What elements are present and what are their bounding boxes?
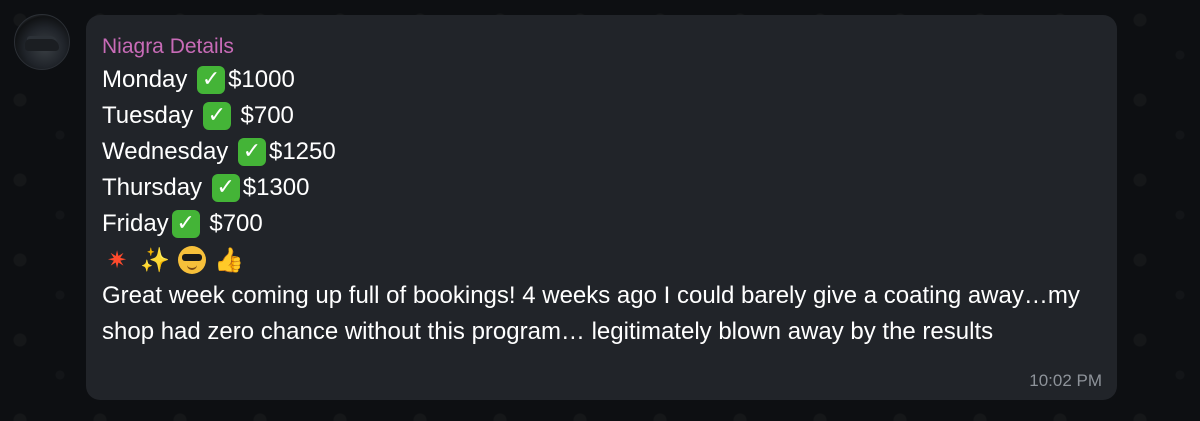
schedule-line-tuesday: Tuesday ✓ $700 <box>102 98 1101 134</box>
day-label: Monday <box>102 66 195 93</box>
schedule-line-wednesday: Wednesday ✓ $1250 <box>102 134 1101 170</box>
collision-emoji-icon: ✷ <box>106 246 128 274</box>
schedule-line-thursday: Thursday ✓ $1300 <box>102 170 1101 206</box>
schedule-line-friday: Friday ✓ $700 <box>102 206 1101 242</box>
emoji-row: ✷ ✨ 👍 <box>102 242 1101 278</box>
thumbs-up-emoji-icon: 👍 <box>214 246 244 274</box>
sunglasses-face-emoji-icon <box>178 246 206 274</box>
day-amount: $1300 <box>242 174 310 201</box>
car-icon <box>25 39 59 51</box>
day-label: Friday <box>102 210 169 237</box>
day-amount: $700 <box>202 210 263 237</box>
day-label: Wednesday <box>102 138 235 165</box>
schedule-line-monday: Monday ✓ $1000 <box>102 62 1101 98</box>
day-label: Tuesday <box>102 102 200 129</box>
sparkles-emoji-icon: ✨ <box>140 246 170 274</box>
day-amount: $1250 <box>268 138 336 165</box>
check-mark-icon: ✓ <box>211 174 240 202</box>
check-mark-icon: ✓ <box>197 66 226 94</box>
day-amount: $700 <box>233 102 294 129</box>
day-amount: $1000 <box>228 66 295 93</box>
message-bubble[interactable]: Niagra Details Monday ✓ $1000 Tuesday ✓ … <box>86 15 1117 400</box>
message-text: Great week coming up full of bookings! 4… <box>102 282 1080 345</box>
check-mark-icon: ✓ <box>171 210 200 238</box>
sender-name[interactable]: Niagra Details <box>102 34 1101 62</box>
check-mark-icon: ✓ <box>237 138 266 166</box>
message-timestamp: 10:02 PM <box>1029 371 1102 390</box>
sender-avatar[interactable] <box>14 14 70 70</box>
check-mark-icon: ✓ <box>202 102 231 130</box>
day-label: Thursday <box>102 174 209 201</box>
